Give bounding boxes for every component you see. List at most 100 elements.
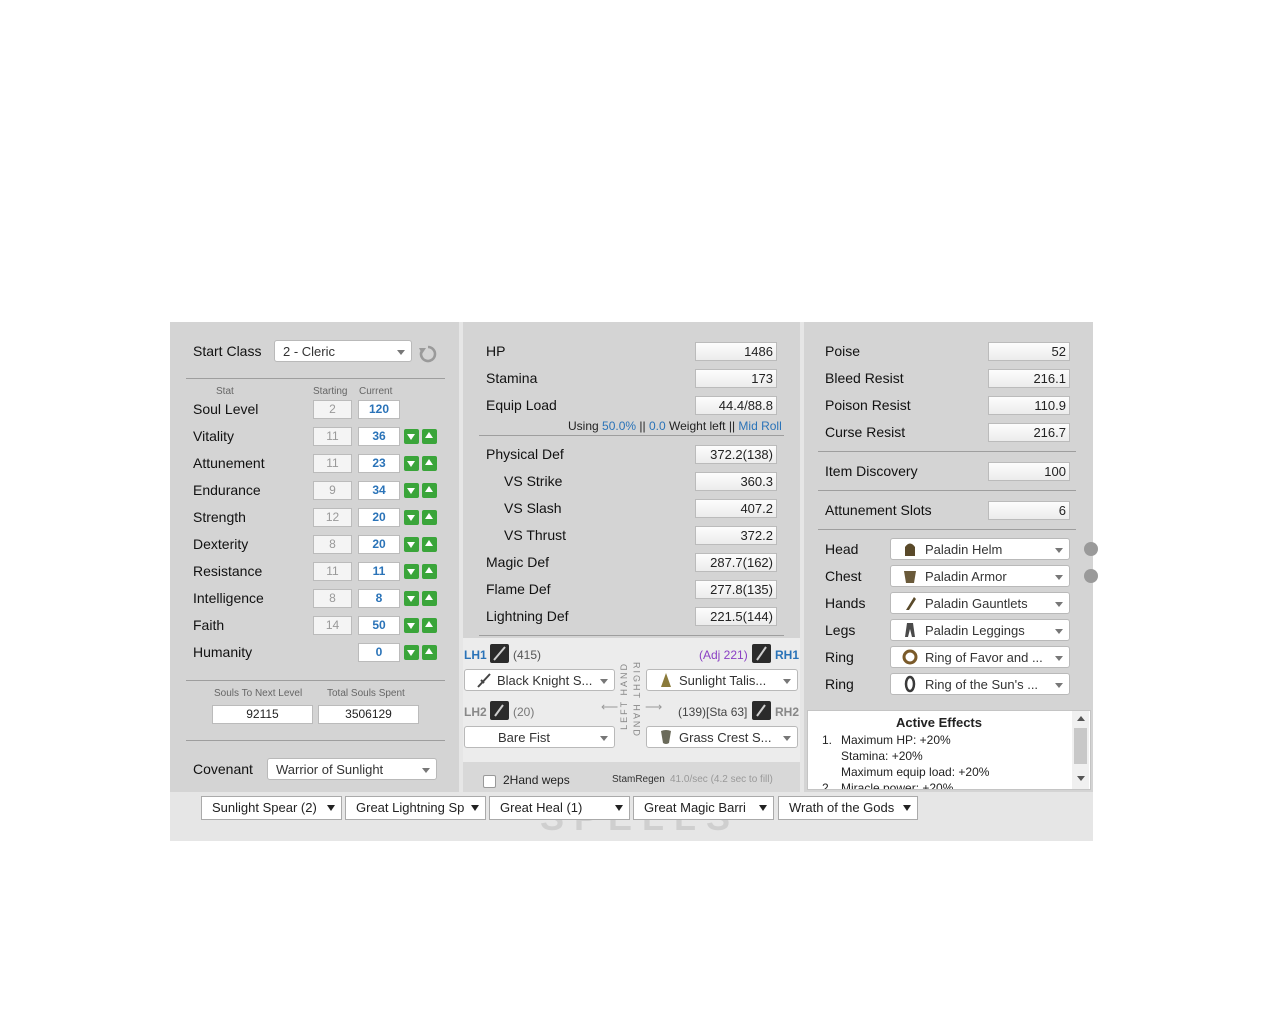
armor-value: Paladin Armor [925,569,1007,584]
armor-row-head: Head Paladin Helm [804,538,1098,565]
gauntlet-icon [906,597,916,610]
equip-load-info: Using 50.0% || 0.0 Weight left || Mid Ro… [568,419,782,433]
increase-arrow-icon[interactable] [422,483,437,498]
stat-label: Vitality [193,428,234,444]
decrease-arrow-icon[interactable] [404,429,419,444]
stat-current[interactable]: 8 [358,589,400,608]
effect-text: Stamina: +20% [841,749,923,763]
increase-arrow-icon[interactable] [422,591,437,606]
lock-icon[interactable] [1084,542,1098,556]
stat-current[interactable]: 34 [358,481,400,500]
armor-row-legs: Legs Paladin Leggings [804,619,1093,646]
reset-icon[interactable] [418,344,438,364]
list-item: 1. Maximum HP: +20% [822,732,951,748]
rh1-weapon-select[interactable]: Sunlight Talis... [646,669,798,691]
spell-value: Wrath of the Gods [789,800,895,815]
spell-slot-4[interactable]: Great Magic Barri [633,796,774,820]
lh1-weapon-select[interactable]: Black Knight S... [464,669,615,691]
armor-select[interactable]: Paladin Helm [890,538,1070,560]
def-label: VS Slash [504,500,562,516]
ring-select[interactable]: Ring of the Sun's ... [890,673,1070,695]
decrease-arrow-icon[interactable] [404,645,419,660]
roll-type: Mid Roll [738,419,782,433]
separator: || [728,419,736,433]
armor-row-hands: Hands Paladin Gauntlets [804,592,1093,619]
spell-slot-3[interactable]: Great Heal (1) [489,796,630,820]
decrease-arrow-icon[interactable] [404,591,419,606]
decrease-arrow-icon[interactable] [404,483,419,498]
chevron-down-icon [1055,602,1063,607]
def-value: 277.8(135) [695,580,777,599]
spell-slot-5[interactable]: Wrath of the Gods [778,796,918,820]
armor-slot-label: Ring [825,676,854,692]
lh2-weapon-select[interactable]: Bare Fist [464,726,615,748]
ring-select[interactable]: Ring of Favor and ... [890,646,1070,668]
spell-value: Great Heal (1) [500,800,583,815]
twohand-checkbox[interactable] [483,775,496,788]
increase-arrow-icon[interactable] [422,618,437,633]
armor-select[interactable]: Paladin Gauntlets [890,592,1070,614]
sword-icon [477,673,491,688]
rh2-weapon-value: Grass Crest S... [679,730,772,745]
left-arrow-icon: ⟵ [601,700,619,714]
decrease-arrow-icon[interactable] [404,564,419,579]
talisman-icon [661,673,671,687]
rh2-weapon-select[interactable]: Grass Crest S... [646,726,798,748]
increase-arrow-icon[interactable] [422,537,437,552]
increase-arrow-icon[interactable] [422,510,437,525]
chevron-down-icon [759,805,767,811]
list-item: Stamina: +20% [822,748,923,764]
lh2-label: LH2 [464,705,487,719]
weapon-shield-icon [752,701,771,720]
increase-arrow-icon[interactable] [422,645,437,660]
header-current: Current [359,386,393,397]
stat-current[interactable]: 11 [358,562,400,581]
weapon-talisman-icon [752,644,771,663]
stat-row-humanity: Humanity 0 [170,643,459,671]
armor-value: Paladin Helm [925,542,1003,557]
chevron-down-icon [903,805,911,811]
armor-select[interactable]: Paladin Leggings [890,619,1070,641]
effects-list: 1. Maximum HP: +20% Stamina: +20% Maximu… [822,732,989,789]
increase-arrow-icon[interactable] [422,564,437,579]
stat-current[interactable]: 20 [358,508,400,527]
stat-current[interactable]: 23 [358,454,400,473]
scroll-thumb[interactable] [1074,728,1087,764]
increase-arrow-icon[interactable] [422,429,437,444]
stat-start: 11 [313,562,352,581]
scroll-up-icon[interactable] [1077,716,1085,721]
spell-slot-2[interactable]: Great Lightning Sp [345,796,486,820]
hp-value: 1486 [695,342,777,361]
effects-scrollbar[interactable] [1072,711,1089,789]
left-hand-text: LEFT HAND [618,662,629,730]
covenant-select[interactable]: Warrior of Sunlight [267,758,437,780]
armor-select[interactable]: Paladin Armor [890,565,1070,587]
stamregen-label: StamRegen [612,774,665,785]
lock-icon[interactable] [1084,569,1098,583]
scroll-down-icon[interactable] [1077,776,1085,781]
covenant-label: Covenant [193,761,253,777]
chevron-down-icon [783,736,791,741]
decrease-arrow-icon[interactable] [404,510,419,525]
decrease-arrow-icon[interactable] [404,537,419,552]
stat-row-intelligence: Intelligence 8 8 [170,589,459,617]
stat-current[interactable]: 36 [358,427,400,446]
divider [479,435,784,436]
start-class-value: 2 - Cleric [283,344,336,359]
decrease-arrow-icon[interactable] [404,618,419,633]
increase-arrow-icon[interactable] [422,456,437,471]
decrease-arrow-icon[interactable] [404,456,419,471]
item-discovery-value: 100 [988,462,1070,481]
header-starting: Starting [313,386,348,397]
spell-slot-1[interactable]: Sunlight Spear (2) [201,796,342,820]
armor-slot-label: Chest [825,568,862,584]
stat-current[interactable]: 50 [358,616,400,635]
active-effects-box[interactable]: Active Effects 1. Maximum HP: +20% Stami… [807,710,1091,790]
def-value: 372.2(138) [695,445,777,464]
start-class-select[interactable]: 2 - Cleric [274,340,412,362]
stat-current[interactable]: 20 [358,535,400,554]
stat-current[interactable]: 0 [358,643,400,662]
lh2-weapon-value: Bare Fist [498,730,551,745]
divider [186,680,445,681]
stat-label: Resistance [193,563,263,579]
